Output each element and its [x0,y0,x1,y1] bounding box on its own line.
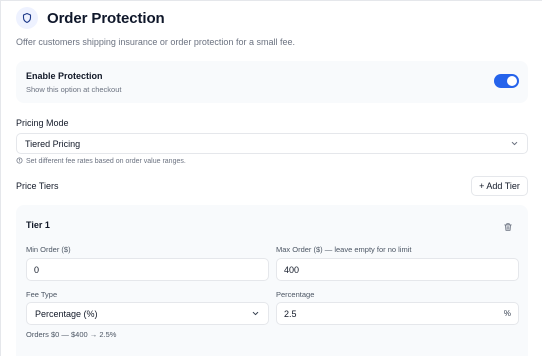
percentage-input[interactable]: 2.5 % [276,302,519,325]
chevron-down-icon [251,309,260,318]
price-tiers-label: Price Tiers [16,181,59,191]
tier-card: Tier 1 Min Order ($) 0 Max Order ($) — l… [16,205,528,356]
enable-protection-toggle[interactable] [494,74,519,88]
fee-type-label: Fee Type [26,290,58,299]
pricing-mode-select[interactable]: Tiered Pricing [16,133,528,154]
pricing-mode-label: Pricing Mode [16,118,69,128]
page-title: Order Protection [47,9,165,27]
pricing-mode-hint-text: Set different fee rates based on order v… [26,158,186,165]
shield-icon [16,7,38,29]
percentage-value: 2.5 [284,308,297,319]
enable-protection-title: Enable Protection [26,71,103,81]
percentage-suffix: % [503,309,511,318]
order-protection-page: Order Protection Offer customers shippin… [0,0,542,356]
tier-title: Tier 1 [26,220,50,230]
page-subtitle: Offer customers shipping insurance or or… [16,37,295,47]
add-tier-button[interactable]: + Add Tier [471,176,528,196]
page-header: Order Protection [16,7,165,29]
min-order-label: Min Order ($) [26,245,71,254]
percentage-label: Percentage [276,290,315,299]
tier-summary: Orders $0 — $400 → 2.5% [26,330,117,339]
enable-protection-card: Enable Protection Show this option at ch… [16,61,528,103]
trash-icon[interactable] [503,219,513,237]
enable-protection-description: Show this option at checkout [26,85,122,94]
min-order-value: 0 [34,264,40,275]
chevron-down-icon [510,139,519,148]
fee-type-value: Percentage (%) [35,308,98,319]
max-order-value: 400 [284,264,300,275]
max-order-label: Max Order ($) — leave empty for no limit [276,245,412,254]
min-order-input[interactable]: 0 [26,258,269,281]
fee-type-select[interactable]: Percentage (%) [26,302,269,325]
info-icon [16,157,23,166]
toggle-knob [507,76,517,86]
max-order-input[interactable]: 400 [276,258,519,281]
top-divider [1,0,542,1]
pricing-mode-value: Tiered Pricing [25,138,81,149]
pricing-mode-hint: Set different fee rates based on order v… [16,157,186,166]
